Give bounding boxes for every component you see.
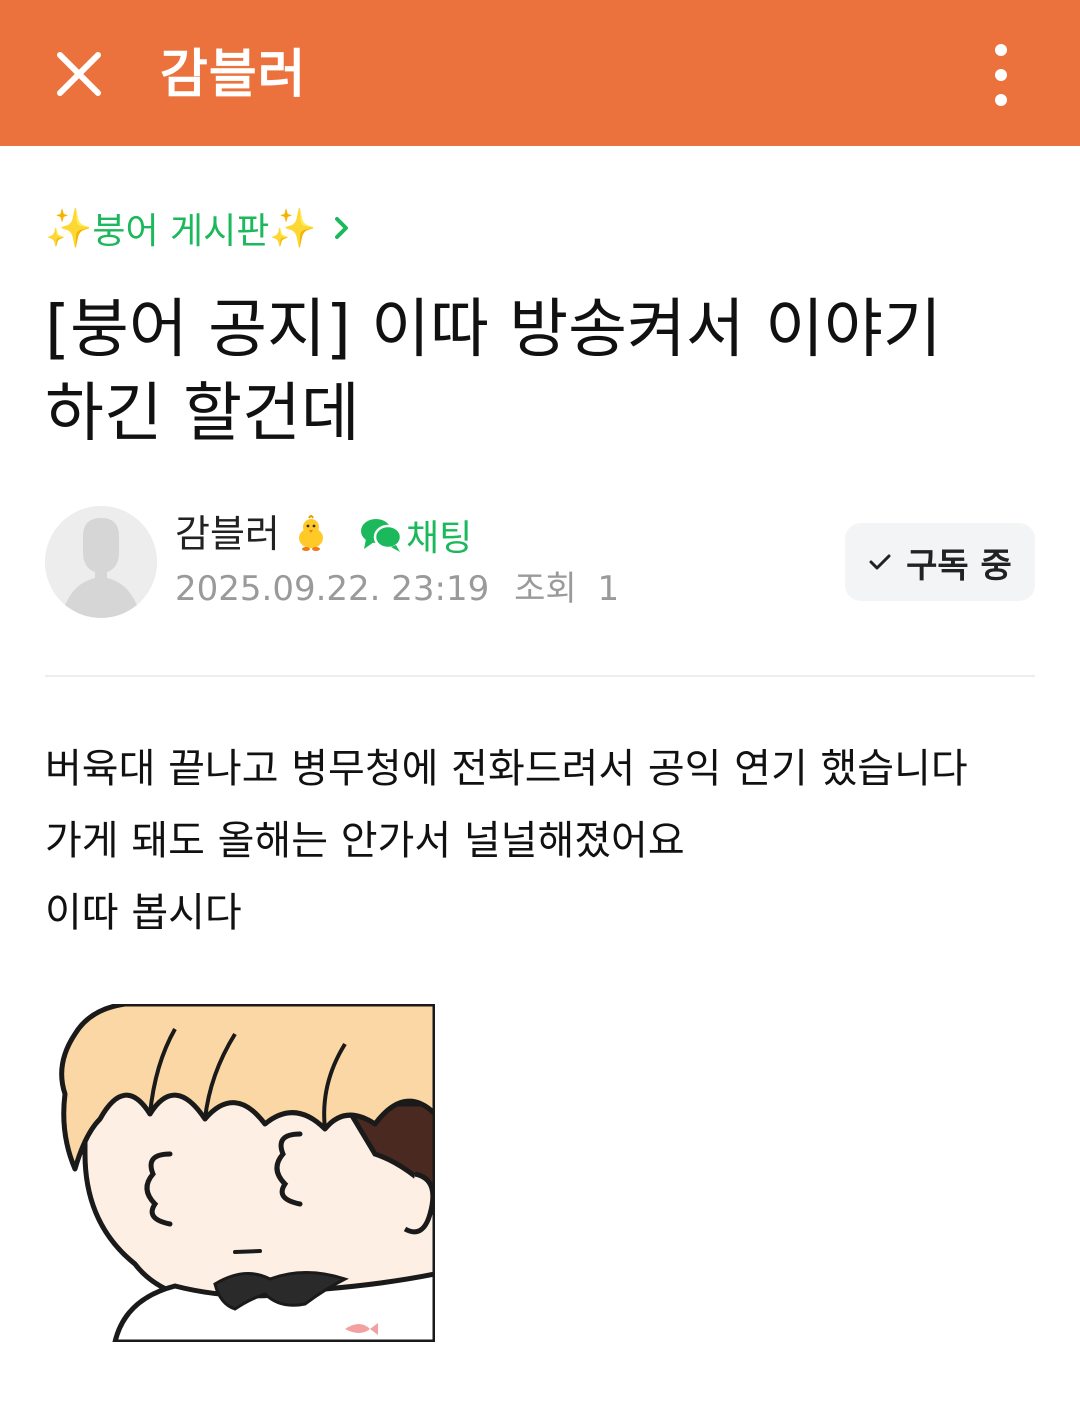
subscribe-button[interactable]: 구독 중: [845, 523, 1035, 601]
body-line: 이따 봅시다: [45, 890, 242, 936]
post-date: 2025.09.22. 23:19: [175, 569, 490, 609]
post-body: 버육대 끝나고 병무청에 전화드려서 공익 연기 했습니다 가게 돼도 올해는 …: [45, 733, 1035, 949]
subscribe-label: 구독 중: [906, 545, 1012, 586]
post-title: [붕어 공지] 이따 방송켜서 이야기 하긴 할건데: [45, 293, 942, 451]
sparkle-icon: ✨: [45, 205, 93, 250]
board-link[interactable]: ✨ 붕어 게시판 ✨: [45, 200, 353, 256]
body-line: 가게 돼도 올해는 안가서 널널해졌어요: [45, 818, 685, 864]
avatar[interactable]: [45, 506, 157, 618]
post-meta: 2025.09.22. 23:19 조회 1: [175, 566, 619, 612]
close-icon: [57, 52, 101, 96]
chevron-right-icon: [334, 217, 348, 239]
top-app-bar: 감블러: [0, 0, 1080, 146]
chick-icon: [299, 515, 323, 551]
chat-label: 채팅: [406, 518, 473, 559]
app-title: 감블러: [160, 45, 307, 105]
post-image[interactable]: [45, 1004, 435, 1342]
views-count: 1: [597, 569, 620, 609]
default-avatar-icon: [45, 506, 157, 618]
chat-button[interactable]: 채팅: [360, 510, 472, 560]
chat-bubble-icon: [361, 519, 402, 552]
body-line: 버육대 끝나고 병무청에 전화드려서 공익 연기 했습니다: [45, 746, 968, 792]
board-name: 붕어 게시판: [92, 211, 270, 252]
divider: [45, 675, 1035, 677]
check-icon: [869, 554, 891, 570]
more-options-button[interactable]: [980, 40, 1024, 110]
views-label: 조회: [514, 569, 577, 609]
author-name[interactable]: 감블러: [175, 508, 280, 560]
sparkle-icon: ✨: [269, 205, 317, 250]
cartoon-character-illustration: [45, 1004, 435, 1342]
close-button[interactable]: [50, 45, 108, 103]
